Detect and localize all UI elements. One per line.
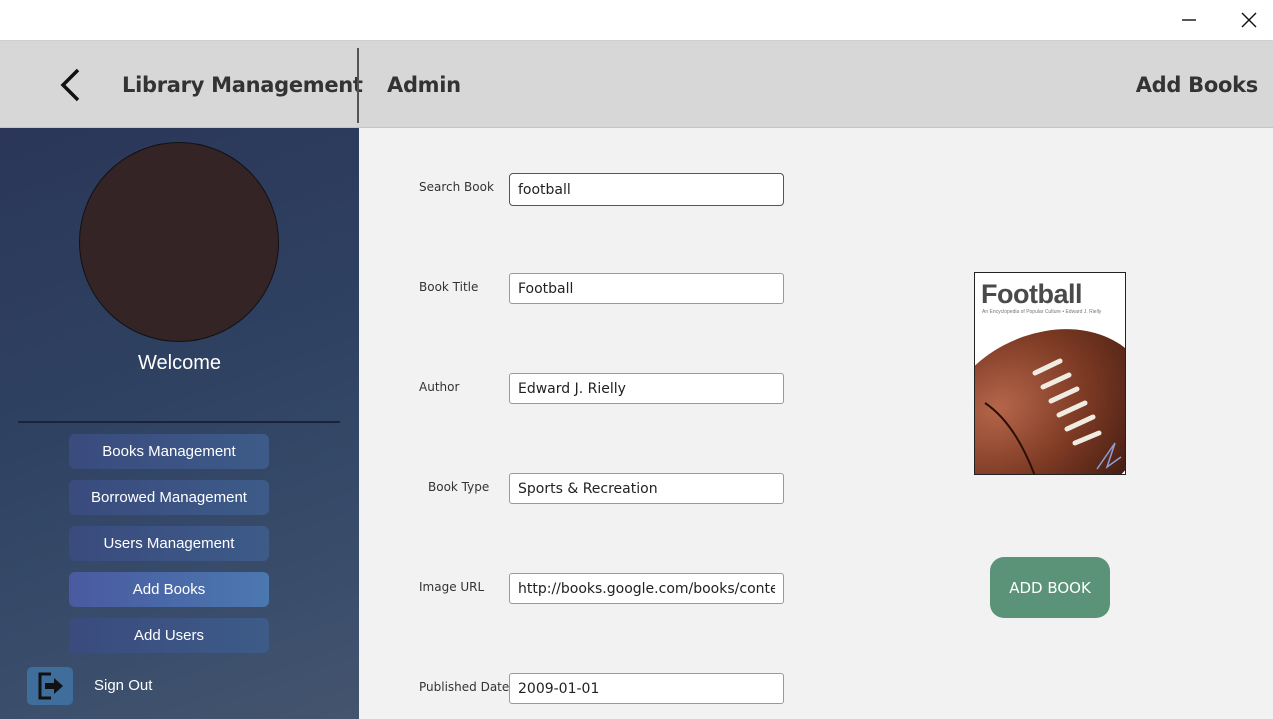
book-title-label: Book Title xyxy=(419,280,479,294)
author-label: Author xyxy=(419,380,460,394)
cover-subtitle: An Encyclopedia of Popular Culture • Edw… xyxy=(982,309,1102,315)
role-title: Admin xyxy=(387,73,461,97)
book-cover-image: Football An Encyclopedia of Popular Cult… xyxy=(974,272,1126,475)
published-date-label: Published Date xyxy=(419,680,510,694)
app-title: Library Management xyxy=(122,73,363,97)
welcome-text: Welcome xyxy=(138,352,221,374)
book-title-input[interactable] xyxy=(509,273,784,304)
back-button[interactable] xyxy=(50,63,90,107)
header-divider xyxy=(357,48,359,123)
nav-add-users[interactable]: Add Users xyxy=(69,618,269,653)
cover-title: Football xyxy=(981,279,1082,309)
image-url-label: Image URL xyxy=(419,580,485,594)
close-button[interactable] xyxy=(1226,0,1272,40)
nav-users-management[interactable]: Users Management xyxy=(69,526,269,561)
nav-books-management[interactable]: Books Management xyxy=(69,434,269,469)
search-book-input[interactable] xyxy=(509,173,784,206)
search-book-label: Search Book xyxy=(419,180,494,194)
sign-out-button[interactable] xyxy=(27,667,73,705)
book-type-label: Book Type xyxy=(428,480,490,494)
author-input[interactable] xyxy=(509,373,784,404)
add-book-button[interactable]: ADD BOOK xyxy=(990,557,1110,618)
close-icon xyxy=(1241,12,1257,28)
image-url-input[interactable] xyxy=(509,573,784,604)
chevron-left-icon xyxy=(60,68,80,102)
nav-add-books[interactable]: Add Books xyxy=(69,572,269,607)
sign-out-label[interactable]: Sign Out xyxy=(94,677,152,694)
sidebar: Welcome Books Management Borrowed Manage… xyxy=(0,128,359,719)
page-title: Add Books xyxy=(1135,73,1259,97)
minimize-button[interactable] xyxy=(1166,0,1212,40)
book-type-input[interactable] xyxy=(509,473,784,504)
minimize-icon xyxy=(1182,19,1196,21)
sidebar-divider xyxy=(18,421,340,423)
nav-borrowed-management[interactable]: Borrowed Management xyxy=(69,480,269,515)
window-titlebar xyxy=(0,0,1273,41)
app-window: Library Management Admin Add Books Welco… xyxy=(0,0,1273,719)
sign-out-icon xyxy=(38,672,63,700)
avatar xyxy=(79,142,279,342)
app-header: Library Management Admin Add Books xyxy=(0,41,1273,128)
published-date-input[interactable] xyxy=(509,673,784,704)
